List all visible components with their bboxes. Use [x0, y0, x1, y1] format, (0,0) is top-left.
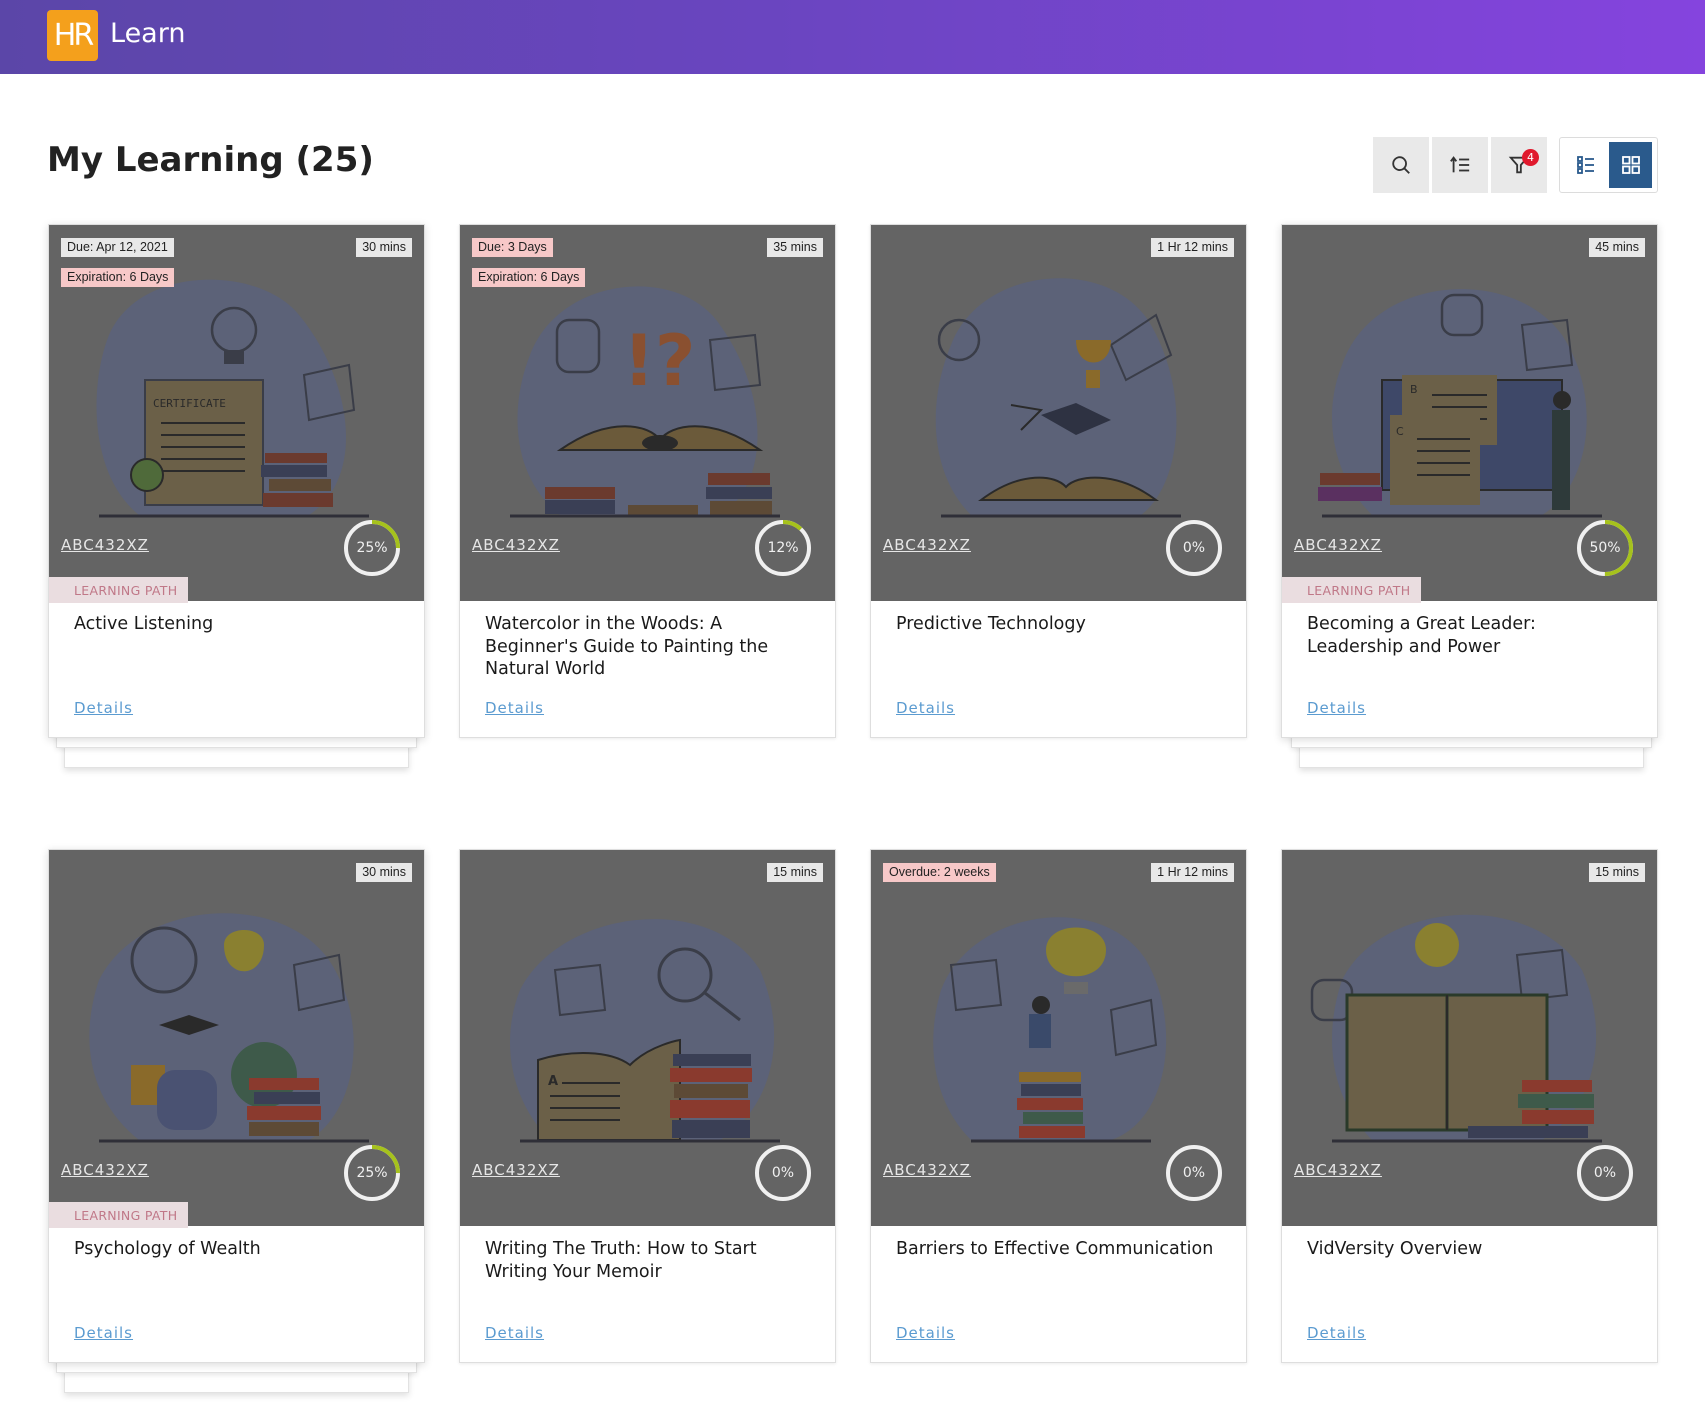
- progress-ring: 25%: [342, 518, 402, 578]
- overdue-tag: Overdue: 2 weeks: [883, 863, 996, 882]
- grid-view-button[interactable]: [1609, 142, 1652, 188]
- progress-percent: 0%: [771, 1165, 795, 1181]
- course-card[interactable]: Overdue: 2 weeks 1 Hr 12 mins ABC432XZ 0…: [870, 849, 1247, 1363]
- details-link[interactable]: Details: [74, 699, 133, 717]
- svg-text:!?: !?: [623, 320, 696, 402]
- list-view-button[interactable]: [1564, 142, 1607, 188]
- duration-tag: 35 mins: [767, 238, 823, 257]
- due-date-tag: Due: Apr 12, 2021: [61, 238, 174, 257]
- progress-percent: 0%: [1182, 540, 1206, 556]
- duration-tag: 15 mins: [767, 863, 823, 882]
- course-thumbnail[interactable]: 1 Hr 12 mins ABC432XZ 0%: [871, 225, 1246, 601]
- course-title[interactable]: Active Listening: [74, 613, 404, 636]
- details-link[interactable]: Details: [1307, 1324, 1366, 1342]
- duration-tag: 45 mins: [1589, 238, 1645, 257]
- toolbar: 4: [1373, 137, 1550, 193]
- list-view-icon: [1576, 156, 1594, 174]
- grid-view-icon: [1621, 156, 1640, 174]
- progress-ring: 12%: [753, 518, 813, 578]
- filter-button[interactable]: 4: [1491, 137, 1547, 193]
- course-card[interactable]: 1 Hr 12 mins ABC432XZ 0% Predictive Tech…: [870, 224, 1247, 738]
- duration-tag: 1 Hr 12 mins: [1151, 863, 1234, 882]
- svg-text:B: B: [1410, 383, 1418, 396]
- duration-tag: 30 mins: [356, 863, 412, 882]
- expiration-tag: Expiration: 6 Days: [472, 268, 586, 287]
- course-card[interactable]: 15 mins ABC432XZ 0% VidVersity Overview …: [1281, 849, 1658, 1363]
- expiration-tag: Expiration: 6 Days: [61, 268, 175, 287]
- hr-logo[interactable]: HR: [47, 10, 98, 61]
- course-thumbnail[interactable]: !? Due: 3 Days Expiration: 6 Days 35 min…: [460, 225, 835, 601]
- learning-path-label: LEARNING PATH: [1282, 577, 1422, 603]
- course-code[interactable]: ABC432XZ: [61, 1161, 149, 1179]
- top-bar: HR Learn: [0, 0, 1705, 74]
- progress-percent: 12%: [767, 540, 799, 556]
- search-button[interactable]: [1373, 137, 1429, 193]
- course-title[interactable]: Writing The Truth: How to Start Writing …: [485, 1238, 815, 1283]
- course-card[interactable]: !? Due: 3 Days Expiration: 6 Days 35 min…: [459, 224, 836, 738]
- course-code[interactable]: ABC432XZ: [1294, 1161, 1382, 1179]
- learning-path-label: LEARNING PATH: [49, 577, 189, 603]
- progress-ring: 0%: [753, 1143, 813, 1203]
- details-link[interactable]: Details: [74, 1324, 133, 1342]
- course-title[interactable]: Psychology of Wealth: [74, 1238, 404, 1261]
- details-link[interactable]: Details: [485, 699, 544, 717]
- course-thumbnail[interactable]: CERTIFICATE Due: Apr 12, 2021 Expiration…: [49, 225, 424, 601]
- course-thumbnail[interactable]: 30 mins ABC432XZ 25%: [49, 850, 424, 1226]
- duration-tag: 1 Hr 12 mins: [1151, 238, 1234, 257]
- course-thumbnail[interactable]: A 15 mins ABC432XZ 0%: [460, 850, 835, 1226]
- filter-count-badge: 4: [1522, 149, 1539, 166]
- course-title[interactable]: Barriers to Effective Communication: [896, 1238, 1226, 1261]
- progress-ring: 50%: [1575, 518, 1635, 578]
- course-code[interactable]: ABC432XZ: [883, 1161, 971, 1179]
- course-card[interactable]: CERTIFICATE Due: Apr 12, 2021 Expiration…: [48, 224, 425, 738]
- view-toggle: [1559, 137, 1658, 193]
- course-card[interactable]: 30 mins ABC432XZ 25% LEARNING PATH Psych…: [48, 849, 425, 1363]
- details-link[interactable]: Details: [896, 699, 955, 717]
- svg-text:C: C: [1396, 425, 1404, 438]
- page-title: My Learning (25): [47, 140, 374, 180]
- course-code[interactable]: ABC432XZ: [472, 536, 560, 554]
- sort-button[interactable]: [1432, 137, 1488, 193]
- progress-ring: 25%: [342, 1143, 402, 1203]
- duration-tag: 30 mins: [356, 238, 412, 257]
- course-card[interactable]: B C 45 mins ABC432XZ 50% LEARNING PATH B…: [1281, 224, 1658, 738]
- progress-percent: 0%: [1182, 1165, 1206, 1181]
- sort-icon: [1450, 156, 1470, 173]
- progress-percent: 0%: [1593, 1165, 1617, 1181]
- course-code[interactable]: ABC432XZ: [883, 536, 971, 554]
- course-title[interactable]: Becoming a Great Leader: Leadership and …: [1307, 613, 1637, 658]
- details-link[interactable]: Details: [485, 1324, 544, 1342]
- progress-ring: 0%: [1575, 1143, 1635, 1203]
- course-title[interactable]: Predictive Technology: [896, 613, 1226, 636]
- course-code[interactable]: ABC432XZ: [472, 1161, 560, 1179]
- learning-path-label: LEARNING PATH: [49, 1202, 189, 1228]
- progress-ring: 0%: [1164, 518, 1224, 578]
- learning-grid: CERTIFICATE Due: Apr 12, 2021 Expiration…: [48, 224, 1659, 1410]
- course-code[interactable]: ABC432XZ: [61, 536, 149, 554]
- svg-text:CERTIFICATE: CERTIFICATE: [153, 397, 226, 410]
- course-thumbnail[interactable]: B C 45 mins ABC432XZ 50%: [1282, 225, 1657, 601]
- details-link[interactable]: Details: [1307, 699, 1366, 717]
- course-thumbnail[interactable]: 15 mins ABC432XZ 0%: [1282, 850, 1657, 1226]
- course-card[interactable]: A 15 mins ABC432XZ 0% Writing The Truth:…: [459, 849, 836, 1363]
- course-title[interactable]: Watercolor in the Woods: A Beginner's Gu…: [485, 613, 815, 681]
- course-title[interactable]: VidVersity Overview: [1307, 1238, 1637, 1261]
- details-link[interactable]: Details: [896, 1324, 955, 1342]
- course-code[interactable]: ABC432XZ: [1294, 536, 1382, 554]
- app-name: Learn: [110, 18, 186, 49]
- svg-text:A: A: [548, 1074, 558, 1089]
- progress-percent: 25%: [356, 540, 388, 556]
- progress-ring: 0%: [1164, 1143, 1224, 1203]
- due-date-tag: Due: 3 Days: [472, 238, 553, 257]
- progress-percent: 50%: [1589, 540, 1621, 556]
- duration-tag: 15 mins: [1589, 863, 1645, 882]
- search-icon: [1392, 156, 1410, 174]
- progress-percent: 25%: [356, 1165, 388, 1181]
- course-thumbnail[interactable]: Overdue: 2 weeks 1 Hr 12 mins ABC432XZ 0…: [871, 850, 1246, 1226]
